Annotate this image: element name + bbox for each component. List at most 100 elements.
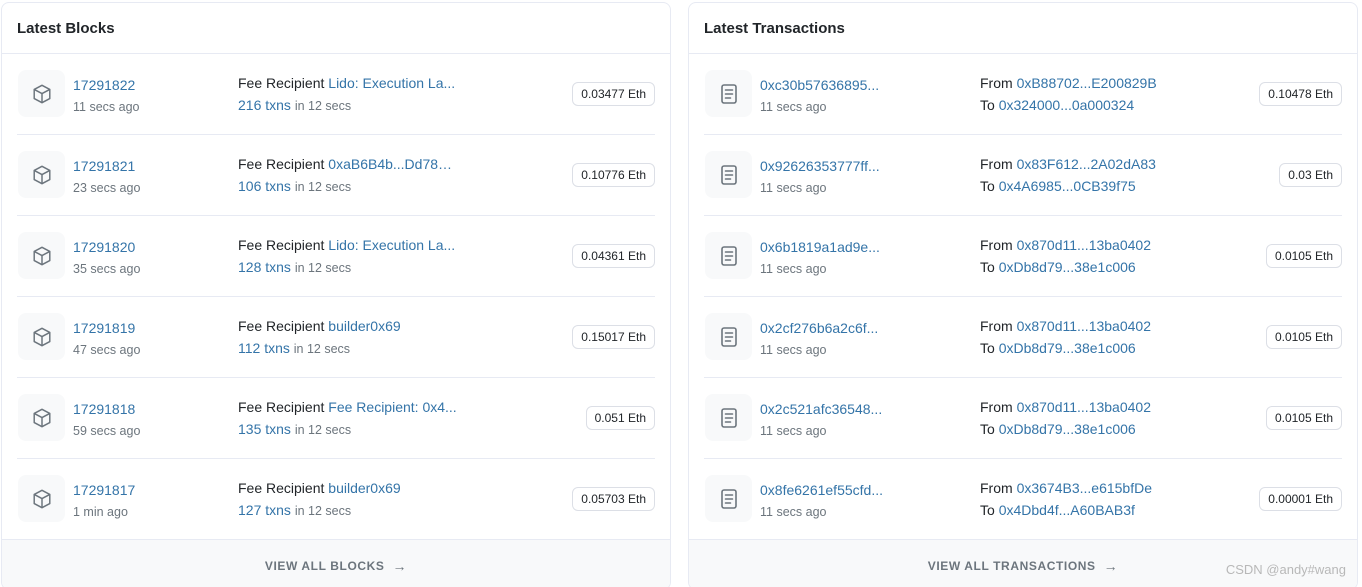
from-address-link[interactable]: 0x870d11...13ba0402	[1017, 318, 1151, 334]
transactions-list: 0xc30b57636895... 11 secs ago From 0xB8870…	[689, 54, 1357, 540]
block-info: 17291817 1 min ago	[73, 481, 135, 521]
transaction-hash-link[interactable]: 0xc30b57636895...	[760, 77, 879, 93]
block-number-link[interactable]: 17291818	[73, 401, 135, 417]
block-txns-link[interactable]: 106 txns	[238, 178, 291, 194]
to-address-link[interactable]: 0x4A6985...0CB39f75	[999, 178, 1136, 194]
block-info: 17291822 11 secs ago	[73, 76, 139, 116]
cube-icon	[31, 407, 53, 429]
to-label: To	[980, 97, 995, 113]
document-icon	[719, 83, 739, 105]
transaction-info: 0x92626353777ff... 11 secs ago	[760, 157, 880, 197]
block-age: 59 secs ago	[73, 424, 141, 438]
blocks-list: 17291822 11 secs ago Fee Recipient Lido: E…	[2, 54, 670, 540]
from-address-link[interactable]: 0xB88702...E200829B	[1017, 75, 1157, 91]
transaction-row: 0x2c521afc36548... 11 secs ago From 0x870d…	[704, 378, 1342, 459]
transaction-details: From 0x3674B3...e615bfDe To 0x4Dbd4f...A6…	[980, 479, 1152, 519]
document-icon	[719, 407, 739, 429]
view-all-blocks-label: VIEW ALL BLOCKS	[264, 558, 385, 573]
block-number-link[interactable]: 17291819	[73, 320, 135, 336]
block-number-link[interactable]: 17291817	[73, 482, 135, 498]
blocks-footer: VIEW ALL BLOCKS →	[2, 539, 670, 587]
block-row: 17291820 35 secs ago Fee Recipient Lido: E…	[17, 216, 655, 297]
block-number-link[interactable]: 17291820	[73, 239, 135, 255]
transaction-details: From 0x870d11...13ba0402 To 0xDb8d79...38…	[980, 317, 1151, 357]
block-txns-link[interactable]: 216 txns	[238, 97, 291, 113]
block-info: 17291821 23 secs ago	[73, 157, 140, 197]
latest-blocks-header: Latest Blocks	[2, 3, 670, 54]
to-label: To	[980, 502, 995, 518]
transaction-row: 0x92626353777ff... 11 secs ago From 0x83F6…	[704, 135, 1342, 216]
to-address-link[interactable]: 0x324000...0a000324	[999, 97, 1134, 113]
from-address-link[interactable]: 0x870d11...13ba0402	[1017, 399, 1151, 415]
transaction-hash-link[interactable]: 0x8fe6261ef55cfd...	[760, 482, 883, 498]
from-label: From	[980, 480, 1013, 496]
block-reward-badge: 0.10776 Eth	[572, 163, 655, 187]
transaction-age: 11 secs ago	[760, 100, 827, 114]
block-reward-badge: 0.15017 Eth	[572, 325, 655, 349]
block-row: 17291822 11 secs ago Fee Recipient Lido: E…	[17, 54, 655, 135]
transaction-hash-link[interactable]: 0x2c521afc36548...	[760, 401, 882, 417]
block-icon-box	[18, 232, 65, 279]
fee-recipient-link[interactable]: builder0x69	[328, 479, 400, 497]
block-row: 17291818 59 secs ago Fee Recipient Fee Rec…	[17, 378, 655, 459]
fee-recipient-link[interactable]: 0xaB6B4b...Dd78F14E	[328, 155, 458, 173]
fee-recipient-link[interactable]: builder0x69	[328, 317, 400, 335]
transaction-value-badge: 0.10478 Eth	[1259, 82, 1342, 106]
from-label: From	[980, 75, 1013, 91]
block-number-link[interactable]: 17291822	[73, 77, 135, 93]
transaction-row: 0x6b1819a1ad9e... 11 secs ago From 0x870d1…	[704, 216, 1342, 297]
block-number-link[interactable]: 17291821	[73, 158, 135, 174]
block-time-label: in 12 secs	[294, 423, 352, 437]
transaction-info: 0xc30b57636895... 11 secs ago	[760, 76, 879, 116]
block-txns-link[interactable]: 128 txns	[238, 259, 291, 275]
document-icon	[719, 164, 739, 186]
document-icon	[719, 326, 739, 348]
transaction-hash-link[interactable]: 0x92626353777ff...	[760, 158, 880, 174]
block-txns-link[interactable]: 135 txns	[238, 421, 291, 437]
block-reward-badge: 0.051 Eth	[585, 406, 655, 430]
block-time-label: in 12 secs	[294, 504, 352, 518]
block-icon-box	[18, 475, 65, 522]
from-address-link[interactable]: 0x83F612...2A02dA83	[1017, 156, 1156, 172]
transaction-hash-link[interactable]: 0x2cf276b6a2c6f...	[760, 320, 878, 336]
transaction-details: From 0x870d11...13ba0402 To 0xDb8d79...38…	[980, 236, 1151, 276]
from-address-link[interactable]: 0x870d11...13ba0402	[1017, 237, 1151, 253]
block-icon-box	[18, 313, 65, 360]
block-details: Fee Recipient builder0x69 112 txns in 12 …	[238, 317, 401, 358]
to-label: To	[980, 421, 995, 437]
view-all-blocks-button[interactable]: VIEW ALL BLOCKS →	[265, 558, 407, 574]
transaction-icon-box	[705, 313, 752, 360]
to-address-link[interactable]: 0xDb8d79...38e1c006	[999, 421, 1136, 437]
transaction-hash-link[interactable]: 0x6b1819a1ad9e...	[760, 239, 880, 255]
fee-recipient-link[interactable]: Fee Recipient: 0x4...	[328, 398, 456, 416]
cube-icon	[31, 245, 53, 267]
from-label: From	[980, 156, 1013, 172]
block-details: Fee Recipient 0xaB6B4b...Dd78F14E 106 txn…	[238, 155, 458, 196]
block-info: 17291819 47 secs ago	[73, 319, 140, 359]
block-txns-link[interactable]: 112 txns	[238, 340, 290, 356]
to-address-link[interactable]: 0xDb8d79...38e1c006	[999, 340, 1136, 356]
block-icon-box	[18, 70, 65, 117]
to-label: To	[980, 259, 995, 275]
fee-recipient-link[interactable]: Lido: Execution La...	[328, 74, 455, 92]
transaction-age: 11 secs ago	[760, 343, 827, 357]
transaction-row: 0xc30b57636895... 11 secs ago From 0xB8870…	[704, 54, 1342, 135]
fee-recipient-label: Fee Recipient	[238, 237, 325, 253]
transaction-details: From 0xB88702...E200829B To 0x324000...0a…	[980, 74, 1157, 114]
view-all-transactions-button[interactable]: VIEW ALL TRANSACTIONS →	[928, 558, 1119, 574]
latest-transactions-title: Latest Transactions	[704, 19, 845, 37]
cube-icon	[31, 83, 53, 105]
block-txns-link[interactable]: 127 txns	[238, 502, 291, 518]
block-age: 35 secs ago	[73, 262, 141, 276]
transaction-info: 0x8fe6261ef55cfd... 11 secs ago	[760, 481, 883, 521]
to-address-link[interactable]: 0x4Dbd4f...A60BAB3f	[999, 502, 1135, 518]
from-address-link[interactable]: 0x3674B3...e615bfDe	[1017, 480, 1152, 496]
to-address-link[interactable]: 0xDb8d79...38e1c006	[999, 259, 1136, 275]
latest-transactions-card: Latest Transactions 0xc30b57636895... 11 …	[688, 2, 1358, 587]
block-details: Fee Recipient Lido: Execution La... 128 t…	[238, 236, 455, 277]
fee-recipient-link[interactable]: Lido: Execution La...	[328, 236, 455, 254]
latest-blocks-card: Latest Blocks 17291822 11 secs ago Fee Rec…	[1, 2, 671, 587]
block-row: 17291817 1 min ago Fee Recipient builder0x…	[17, 459, 655, 540]
transaction-details: From 0x83F612...2A02dA83 To 0x4A6985...0C…	[980, 155, 1156, 195]
fee-recipient-label: Fee Recipient	[238, 480, 325, 496]
